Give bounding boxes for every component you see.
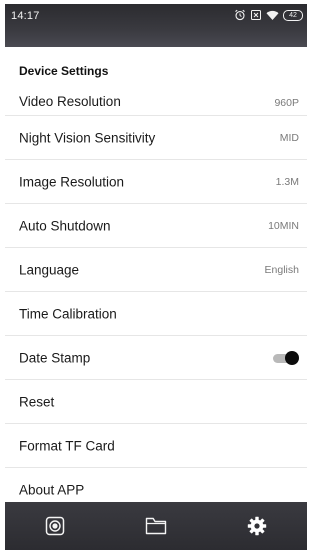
setting-row-format-tf-card[interactable]: Format TF Card bbox=[5, 424, 307, 468]
setting-value: 10MIN bbox=[268, 219, 299, 232]
status-icons: 42 bbox=[234, 7, 303, 23]
status-time: 14:17 bbox=[11, 10, 40, 22]
camera-lens-icon bbox=[45, 516, 65, 536]
setting-value: 960P bbox=[274, 97, 299, 109]
setting-row-reset[interactable]: Reset bbox=[5, 380, 307, 424]
wifi-icon bbox=[266, 10, 279, 21]
setting-label: Image Resolution bbox=[19, 174, 125, 189]
setting-label: Video Resolution bbox=[19, 94, 121, 109]
settings-list: Video Resolution 960P Night Vision Sensi… bbox=[5, 80, 307, 512]
setting-row-date-stamp: Date Stamp bbox=[5, 336, 307, 380]
nav-settings-tab[interactable] bbox=[206, 502, 307, 550]
setting-row-video-resolution[interactable]: Video Resolution 960P bbox=[5, 80, 307, 116]
setting-row-image-resolution[interactable]: Image Resolution 1.3M bbox=[5, 160, 307, 204]
setting-row-night-vision-sensitivity[interactable]: Night Vision Sensitivity MID bbox=[5, 116, 307, 160]
battery-icon: 42 bbox=[283, 9, 303, 21]
date-stamp-toggle[interactable] bbox=[273, 350, 299, 365]
setting-label: Language bbox=[19, 262, 80, 277]
gear-icon bbox=[247, 516, 267, 536]
setting-row-auto-shutdown[interactable]: Auto Shutdown 10MIN bbox=[5, 204, 307, 248]
setting-label: Format TF Card bbox=[19, 438, 115, 453]
setting-label: Auto Shutdown bbox=[19, 218, 111, 233]
setting-label: Time Calibration bbox=[19, 306, 117, 321]
app-screen: 14:17 42 Device Settings Video Resolutio… bbox=[5, 4, 307, 550]
setting-label: About APP bbox=[19, 482, 85, 497]
setting-label: Night Vision Sensitivity bbox=[19, 130, 156, 145]
setting-label: Date Stamp bbox=[19, 350, 91, 365]
setting-row-language[interactable]: Language English bbox=[5, 248, 307, 292]
folder-icon bbox=[145, 517, 167, 535]
bottom-nav bbox=[5, 502, 307, 550]
setting-value: MID bbox=[279, 131, 299, 144]
alarm-icon bbox=[234, 9, 246, 21]
sim-blocked-icon bbox=[250, 9, 262, 21]
status-bar: 14:17 42 bbox=[5, 4, 307, 47]
nav-camera-tab[interactable] bbox=[5, 502, 106, 550]
setting-value: English bbox=[264, 263, 299, 276]
nav-files-tab[interactable] bbox=[106, 502, 207, 550]
section-title: Device Settings bbox=[19, 64, 109, 78]
setting-value: 1.3M bbox=[275, 175, 299, 188]
setting-label: Reset bbox=[19, 394, 55, 409]
toggle-knob bbox=[285, 350, 299, 365]
setting-row-time-calibration[interactable]: Time Calibration bbox=[5, 292, 307, 336]
